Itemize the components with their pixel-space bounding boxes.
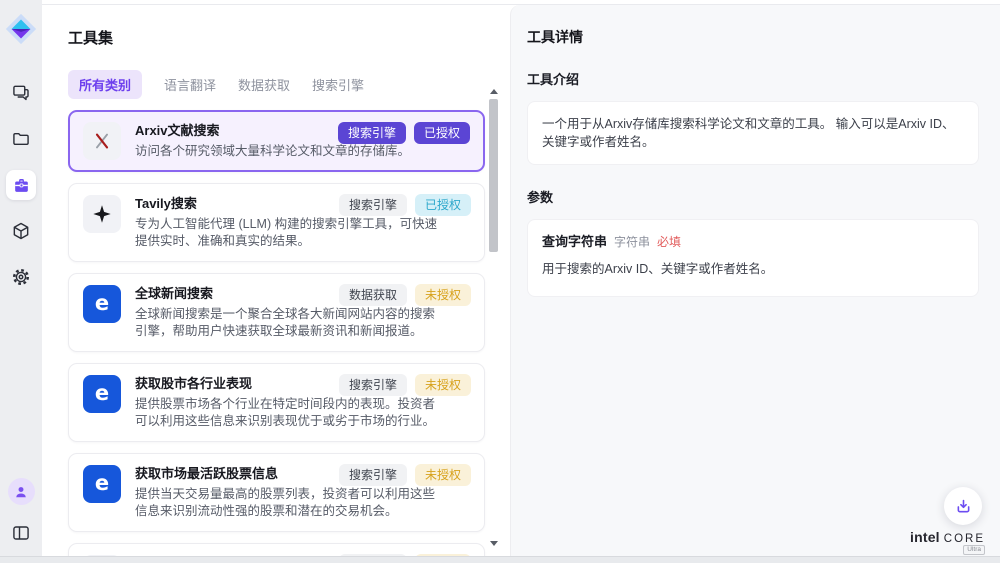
- main-content: 工具集 所有类别 语言翻译 数据获取 搜索引擎 Arxiv文献搜索 访问各个研究…: [42, 4, 1000, 556]
- user-avatar[interactable]: [8, 478, 35, 505]
- package-icon: [11, 221, 31, 241]
- sidebar-item-files[interactable]: [6, 124, 36, 154]
- category-badge: 数据获取: [339, 284, 407, 306]
- tool-detail-panel: 工具详情 工具介绍 一个用于从Arxiv存储库搜索科学论文和文章的工具。 输入可…: [510, 5, 1000, 556]
- tool-card-arxiv[interactable]: Arxiv文献搜索 访问各个研究领域大量科学论文和文章的存储库。 搜索引擎 已授…: [68, 110, 485, 172]
- intel-ultra-badge: Ultra: [963, 545, 985, 555]
- intro-heading: 工具介绍: [527, 69, 979, 88]
- param-card: 查询字符串 字符串 必填 用于搜索的Arxiv ID、关键字或作者姓名。: [527, 219, 979, 297]
- blue-e-icon: e: [83, 465, 121, 503]
- tool-card-list: Arxiv文献搜索 访问各个研究领域大量科学论文和文章的存储库。 搜索引擎 已授…: [68, 110, 485, 563]
- left-rail: [0, 0, 42, 556]
- tool-card-global-news[interactable]: e 全球新闻搜索 全球新闻搜索是一个聚合全球各大新闻网站内容的搜索引擎，帮助用户…: [68, 273, 485, 352]
- blue-e-icon: e: [83, 375, 121, 413]
- intro-card: 一个用于从Arxiv存储库搜索科学论文和文章的工具。 输入可以是Arxiv ID…: [527, 101, 979, 165]
- category-badge: 搜索引擎: [338, 122, 406, 144]
- tool-description: 提供股票市场各个行业在特定时间段内的表现。投资者可以利用这些信息来识别表现优于或…: [135, 396, 470, 430]
- window-bottom-edge: [0, 556, 1000, 563]
- sidebar-item-toolbox[interactable]: [6, 170, 36, 200]
- sidebar-item-packages[interactable]: [6, 216, 36, 246]
- folder-icon: [11, 129, 31, 149]
- tab-all-categories[interactable]: 所有类别: [68, 70, 142, 99]
- toolbox-icon: [12, 176, 31, 195]
- tool-card-tavily[interactable]: Tavily搜索 专为人工智能代理 (LLM) 构建的搜索引擎工具，可快速提供实…: [68, 183, 485, 262]
- tool-description: 全球新闻搜索是一个聚合全球各大新闻网站内容的搜索引擎，帮助用户快速获取全球最新资…: [135, 306, 470, 340]
- category-badge: 搜索引擎: [339, 194, 407, 216]
- intel-core-logo: intel CORE Ultra: [910, 529, 985, 545]
- tool-card-sector-performance[interactable]: e 获取股市各行业表现 提供股票市场各个行业在特定时间段内的表现。投资者可以利用…: [68, 363, 485, 442]
- scrollbar-track[interactable]: [489, 99, 498, 534]
- auth-status-badge: 已授权: [414, 122, 470, 144]
- params-heading: 参数: [527, 187, 979, 206]
- sidebar-item-settings[interactable]: [6, 262, 36, 292]
- tool-description: 专为人工智能代理 (LLM) 构建的搜索引擎工具，可快速提供实时、准确和真实的结…: [135, 216, 470, 250]
- category-badge: 搜索引擎: [339, 464, 407, 486]
- tab-data-acquisition[interactable]: 数据获取: [238, 75, 290, 94]
- arxiv-x-icon: [83, 122, 121, 160]
- auth-status-badge: 未授权: [415, 464, 471, 486]
- tool-description: 提供当天交易量最高的股票列表，投资者可以利用这些信息来识别流动性强的股票和潜在的…: [135, 486, 470, 520]
- tool-list-panel: 工具集 所有类别 语言翻译 数据获取 搜索引擎 Arxiv文献搜索 访问各个研究…: [42, 5, 510, 556]
- sidebar-item-chat[interactable]: [6, 78, 36, 108]
- tavily-star-icon: [83, 195, 121, 233]
- param-required-flag: 必填: [657, 233, 681, 251]
- param-description: 用于搜索的Arxiv ID、关键字或作者姓名。: [542, 260, 964, 278]
- user-avatar-icon: [13, 484, 29, 500]
- settings-icon: [11, 267, 31, 287]
- tab-language-translation[interactable]: 语言翻译: [164, 75, 216, 94]
- download-icon: [954, 497, 973, 516]
- auth-status-badge: 已授权: [415, 194, 471, 216]
- param-type: 字符串: [614, 233, 650, 251]
- app-logo: [4, 12, 38, 46]
- scrollbar-down-arrow[interactable]: [490, 541, 498, 546]
- panel-toggle-button[interactable]: [6, 518, 36, 548]
- scrollbar-up-arrow[interactable]: [490, 89, 498, 94]
- category-badge: 搜索引擎: [339, 374, 407, 396]
- panel-toggle-icon: [11, 523, 31, 543]
- blue-e-icon: e: [83, 285, 121, 323]
- tool-description: 访问各个研究领域大量科学论文和文章的存储库。: [135, 143, 470, 160]
- tab-search-engine[interactable]: 搜索引擎: [312, 75, 364, 94]
- detail-title: 工具详情: [527, 27, 979, 47]
- category-tabs: 所有类别 语言翻译 数据获取 搜索引擎: [68, 71, 510, 97]
- param-name: 查询字符串: [542, 233, 607, 251]
- chat-icon: [11, 83, 31, 103]
- rail-bottom-group: [6, 478, 36, 556]
- auth-status-badge: 未授权: [415, 374, 471, 396]
- download-button[interactable]: [944, 487, 982, 525]
- auth-status-badge: 未授权: [415, 284, 471, 306]
- scrollbar-thumb[interactable]: [489, 99, 498, 252]
- page-title: 工具集: [68, 27, 510, 48]
- tool-card-active-stocks[interactable]: e 获取市场最活跃股票信息 提供当天交易量最高的股票列表，投资者可以利用这些信息…: [68, 453, 485, 532]
- list-scrollbar: [488, 89, 499, 546]
